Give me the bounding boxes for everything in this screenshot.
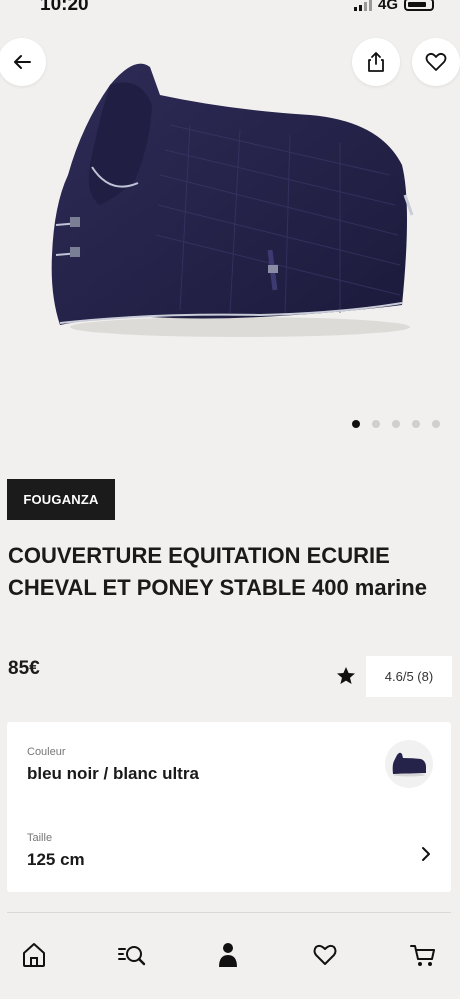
favorite-button[interactable] xyxy=(412,38,460,86)
status-bar: 10:20 4G xyxy=(0,0,460,20)
carousel-dot[interactable] xyxy=(432,420,440,428)
bottom-nav xyxy=(0,913,460,999)
account-icon xyxy=(219,943,237,967)
heart-icon xyxy=(425,52,447,71)
size-label: Taille xyxy=(27,832,53,844)
product-title: COUVERTURE EQUITATION ECURIE CHEVAL ET P… xyxy=(8,543,427,600)
nav-cart[interactable] xyxy=(403,935,443,975)
nav-home[interactable] xyxy=(14,935,54,975)
chevron-right-icon[interactable] xyxy=(419,844,433,864)
home-icon xyxy=(23,943,45,967)
nav-account[interactable] xyxy=(208,935,248,975)
star-icon xyxy=(337,667,355,684)
back-button[interactable] xyxy=(0,38,46,86)
brand-badge[interactable]: FOUGANZA xyxy=(7,479,115,520)
wishlist-icon xyxy=(313,944,337,965)
status-time: 10:20 xyxy=(40,0,89,15)
size-value[interactable]: 125 cm xyxy=(27,850,85,870)
search-icon xyxy=(118,946,146,966)
carousel-dot[interactable] xyxy=(372,420,380,428)
share-button[interactable] xyxy=(352,38,400,86)
color-swatch-thumbnail xyxy=(392,752,426,777)
network-type: 4G xyxy=(377,0,398,13)
product-price: 85€ xyxy=(8,658,40,679)
arrow-left-icon xyxy=(14,55,31,69)
rating-button[interactable]: 4.6/5 (8) xyxy=(366,656,452,697)
color-swatch[interactable] xyxy=(385,740,433,788)
share-icon xyxy=(368,52,384,72)
cart-icon xyxy=(410,945,435,966)
product-options-card: Couleur bleu noir / blanc ultra Taille 1… xyxy=(7,722,451,892)
battery-icon xyxy=(404,0,434,11)
signal-icon xyxy=(353,0,372,11)
color-label: Couleur xyxy=(27,746,66,758)
carousel-dot[interactable] xyxy=(412,420,420,428)
product-image[interactable] xyxy=(40,55,420,355)
nav-search[interactable] xyxy=(112,935,152,975)
carousel-indicator xyxy=(352,420,440,428)
color-value[interactable]: bleu noir / blanc ultra xyxy=(27,764,199,784)
carousel-dot[interactable] xyxy=(392,420,400,428)
nav-wishlist[interactable] xyxy=(305,935,345,975)
status-indicators: 4G xyxy=(353,0,434,13)
carousel-dot-active[interactable] xyxy=(352,420,360,428)
